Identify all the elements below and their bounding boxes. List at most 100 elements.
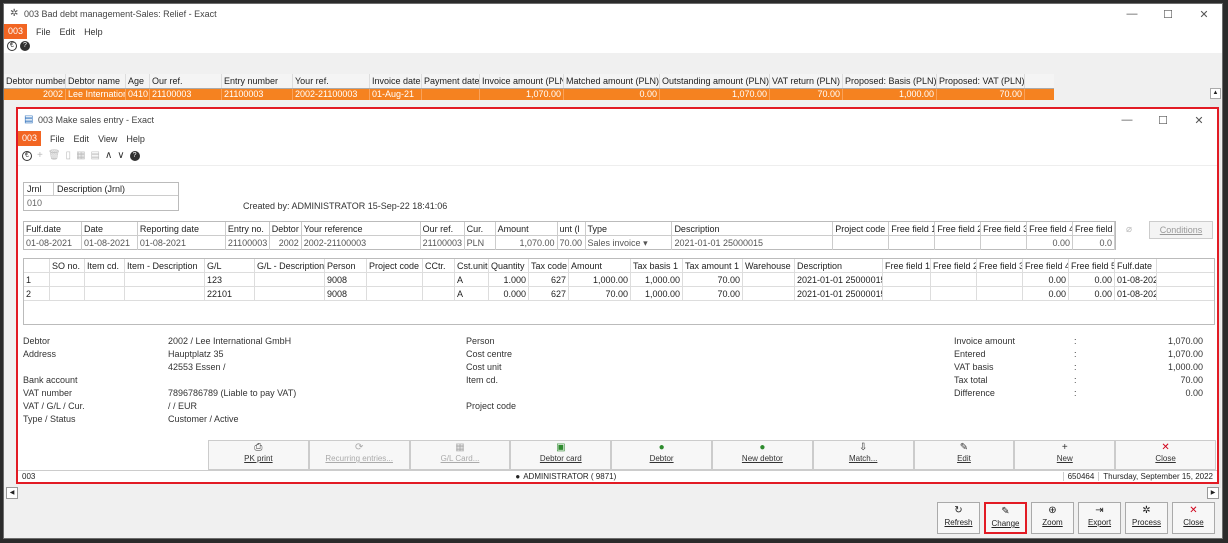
menu-help[interactable]: Help: [84, 27, 103, 37]
g-l-card-button[interactable]: ▦ G/L Card...: [409, 440, 511, 470]
col-header[interactable]: Proposed: Basis (PLN): [843, 74, 937, 88]
cell[interactable]: 2021-01-01 25000015: [795, 273, 883, 286]
cell[interactable]: 0.00: [1023, 273, 1069, 286]
cell[interactable]: [931, 273, 977, 286]
close-button[interactable]: ✕ Close: [1115, 440, 1216, 470]
project-code-field[interactable]: [833, 236, 890, 250]
col-header[interactable]: Age: [126, 74, 150, 88]
debtor-button[interactable]: ● Debtor: [611, 440, 712, 470]
col-header[interactable]: Amount: [569, 259, 631, 272]
cell[interactable]: [255, 287, 325, 300]
pk-print-button[interactable]: ⎙ PK print: [208, 440, 309, 470]
notes-icon[interactable]: ▤: [91, 150, 100, 161]
col-header[interactable]: VAT return (PLN): [770, 74, 843, 88]
table-row[interactable]: 2002 Lee International 0410 21100003 211…: [4, 89, 1054, 100]
cell[interactable]: [883, 273, 931, 286]
help-icon[interactable]: ?: [129, 150, 140, 161]
col-header[interactable]: Debtor number: [4, 74, 66, 88]
col-header[interactable]: SO no.: [50, 259, 85, 272]
cell[interactable]: 0.00: [1023, 287, 1069, 300]
unt-field[interactable]: 70.00: [558, 236, 586, 250]
change-button[interactable]: ✎ Change: [984, 502, 1027, 534]
cell[interactable]: [423, 287, 455, 300]
cell[interactable]: [85, 287, 125, 300]
match-button[interactable]: ⇩ Match...: [812, 440, 914, 470]
col-header[interactable]: Payment date: [422, 74, 480, 88]
cell[interactable]: 0.00: [1069, 287, 1115, 300]
minimize-button[interactable]: —: [1114, 8, 1150, 21]
cell[interactable]: 01-08-2021: [1115, 273, 1157, 286]
debtor-card-button[interactable]: ▣ Debtor card: [510, 440, 612, 470]
col-header[interactable]: Outstanding amount (PLN): [660, 74, 770, 88]
cell[interactable]: [931, 287, 977, 300]
cell[interactable]: 627: [529, 287, 569, 300]
col-header[interactable]: Debtor name: [66, 74, 126, 88]
col-header[interactable]: [24, 259, 50, 272]
col-header[interactable]: Free field 1: [883, 259, 931, 272]
col-header[interactable]: Invoice amount (PLN): [480, 74, 564, 88]
chevron-up-icon[interactable]: ∧: [105, 150, 112, 161]
cell[interactable]: [85, 273, 125, 286]
free-field-2[interactable]: [935, 236, 982, 250]
debtor-field[interactable]: 2002: [270, 236, 302, 250]
col-header[interactable]: Invoice date: [370, 74, 422, 88]
col-header[interactable]: Free field 3: [977, 259, 1023, 272]
cell[interactable]: [883, 287, 931, 300]
col-header[interactable]: G/L: [205, 259, 255, 272]
col-header[interactable]: Fulf.date: [1115, 259, 1157, 272]
cell[interactable]: 22101: [205, 287, 255, 300]
cell[interactable]: [743, 287, 795, 300]
col-header[interactable]: Matched amount (PLN): [564, 74, 660, 88]
cell[interactable]: A: [455, 287, 489, 300]
cell[interactable]: 1: [24, 273, 50, 286]
recurring-entries-button[interactable]: ⟳ Recurring entries...: [308, 440, 410, 470]
preview-icon[interactable]: ▯: [66, 150, 72, 161]
table-row[interactable]: 2 22101 9008 A 0.000 627 70.00 1,000.00 70.00 202…: [24, 287, 1214, 301]
col-header[interactable]: Free field 5: [1069, 259, 1115, 272]
table-row[interactable]: 1 123 9008 A 1.000 627 1,000.00 1,000.00 70.00 20…: [24, 273, 1214, 287]
col-header[interactable]: Item - Description: [125, 259, 205, 272]
cell[interactable]: 9008: [325, 287, 367, 300]
col-header[interactable]: Our ref.: [150, 74, 222, 88]
free-field-1[interactable]: [889, 236, 936, 250]
cell[interactable]: 1,000.00: [631, 287, 683, 300]
cell[interactable]: A: [455, 273, 489, 286]
export-button[interactable]: ⇥ Export: [1078, 502, 1121, 534]
dropdown-arrow-icon[interactable]: ▾: [643, 238, 648, 248]
col-header[interactable]: Your ref.: [293, 74, 370, 88]
col-header[interactable]: G/L - Description: [255, 259, 325, 272]
help-icon[interactable]: ?: [20, 41, 30, 51]
process-button[interactable]: ✲ Process: [1125, 502, 1168, 534]
cell[interactable]: 0.00: [1069, 273, 1115, 286]
cell[interactable]: [977, 273, 1023, 286]
description-field[interactable]: 2021-01-01 25000015: [672, 236, 834, 250]
scroll-right-icon[interactable]: ▶: [1207, 487, 1219, 499]
cell[interactable]: 2: [24, 287, 50, 300]
cell[interactable]: [367, 287, 423, 300]
jrnl-value[interactable]: 010: [24, 196, 178, 210]
your-reference-field[interactable]: 2002-21100003: [302, 236, 421, 250]
cell[interactable]: 0.000: [489, 287, 529, 300]
scroll-up-icon[interactable]: ▲: [1210, 88, 1221, 99]
close-window-button[interactable]: ✕: [1186, 8, 1222, 21]
cell[interactable]: 627: [529, 273, 569, 286]
attachment-icon[interactable]: ⌀: [1126, 224, 1132, 235]
chevron-down-icon[interactable]: ∨: [117, 150, 124, 161]
cell[interactable]: 123: [205, 273, 255, 286]
cell[interactable]: [125, 273, 205, 286]
our-ref-field[interactable]: 21100003: [421, 236, 465, 250]
cell[interactable]: [125, 287, 205, 300]
grid-icon[interactable]: ▦: [76, 150, 85, 161]
add-icon[interactable]: +: [37, 150, 43, 161]
col-header[interactable]: CCtr.: [423, 259, 455, 272]
cell[interactable]: [50, 273, 85, 286]
cell[interactable]: 70.00: [683, 287, 743, 300]
maximize-button[interactable]: ☐: [1150, 8, 1186, 21]
cell[interactable]: 1.000: [489, 273, 529, 286]
free-field-4[interactable]: 0.00: [1027, 236, 1074, 250]
type-select[interactable]: Sales invoice ▾: [586, 236, 673, 250]
col-header[interactable]: Warehouse: [743, 259, 795, 272]
entry-no-field[interactable]: 21100003: [226, 236, 270, 250]
cell[interactable]: [977, 287, 1023, 300]
cell[interactable]: 1,000.00: [631, 273, 683, 286]
